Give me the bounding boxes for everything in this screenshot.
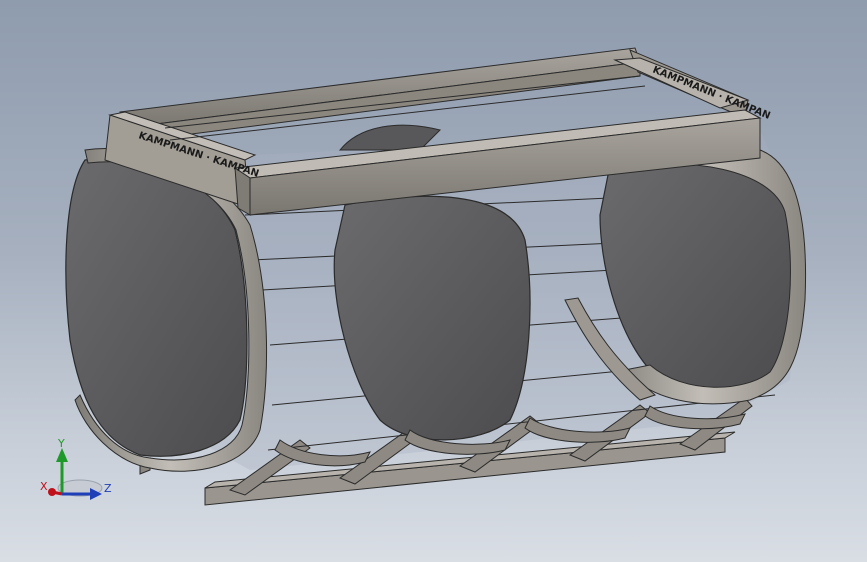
y-axis-arrow xyxy=(56,448,68,462)
y-axis-label: Y xyxy=(57,438,65,450)
x-axis-label: X xyxy=(40,480,48,493)
z-axis-label: Z xyxy=(104,482,112,495)
tank-cage-model[interactable]: KAMPMANN · KAMPAN KAMPMANN · KAMPAN xyxy=(0,0,867,562)
cad-viewport[interactable]: KAMPMANN · KAMPAN KAMPMANN · KAMPAN Y Z … xyxy=(0,0,867,562)
view-orientation-triad: Y Z X xyxy=(40,438,112,500)
